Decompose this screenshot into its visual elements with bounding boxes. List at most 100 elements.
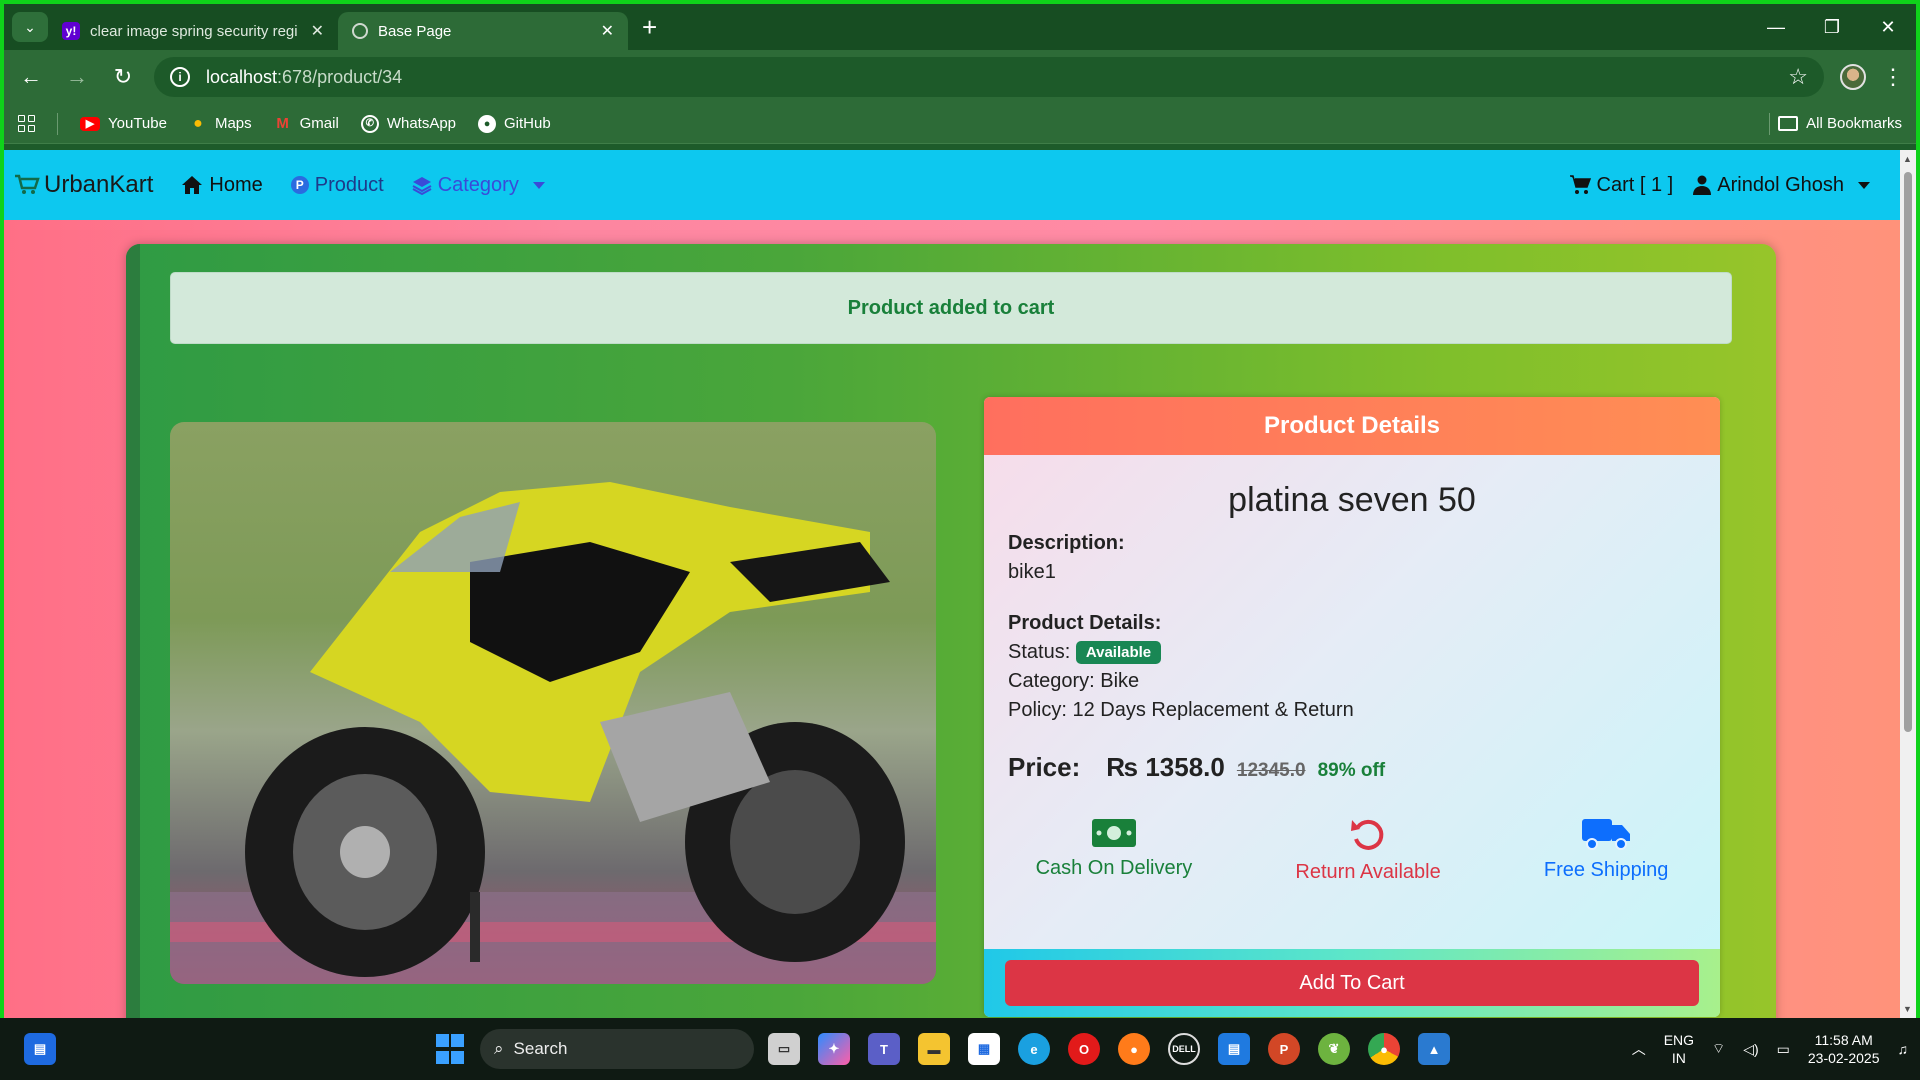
taskbar-search[interactable]: ⌕ Search [480,1029,754,1069]
nav-category-dropdown[interactable]: Category [412,174,545,197]
photos-icon[interactable]: ▲ [1418,1033,1450,1065]
bookmark-star-icon[interactable]: ☆ [1788,64,1808,90]
new-tab-button[interactable]: + [642,12,657,43]
opera-icon[interactable]: O [1068,1033,1100,1065]
truck-icon [1582,819,1631,851]
site-navbar: UrbanKart Home P Product Category Cart [… [4,150,1900,220]
separator [1769,112,1771,135]
notes-icon[interactable]: ▤ [1218,1033,1250,1065]
scroll-thumb[interactable] [1904,172,1912,732]
wifi-icon[interactable]: ⌔ [1712,1040,1725,1058]
clock-time: 11:58 AM [1814,1032,1873,1048]
search-icon: ⌕ [494,1039,504,1058]
github-icon: ● [478,114,497,133]
policy-line: Policy: 12 Days Replacement & Return [1008,699,1354,722]
reload-button[interactable]: ↻ [108,64,138,90]
tab-search-button[interactable]: ⌄ [12,12,48,42]
powerpoint-icon[interactable]: P [1268,1033,1300,1065]
product-name: platina seven 50 [1228,481,1476,519]
discount: 89% off [1317,760,1386,782]
minimize-button[interactable]: — [1748,4,1804,50]
url-host: localhost [206,66,278,87]
address-bar[interactable]: i localhost:678/product/34 ☆ [154,57,1824,97]
firefox-icon[interactable]: ● [1118,1033,1150,1065]
url-path: :678/product/34 [277,66,403,87]
youtube-icon: ▶ [80,116,100,131]
widgets-icon[interactable]: ▤ [24,1033,56,1065]
chevron-up-icon[interactable]: ︿ [1632,1039,1646,1059]
bookmark-label: YouTube [108,115,167,132]
tab-title: clear image spring security regi [90,22,298,40]
page-scrollbar[interactable]: ▲ ▼ [1900,150,1916,1018]
bookmark-label: Gmail [299,115,339,132]
apps-icon[interactable] [18,115,35,132]
file-explorer-icon[interactable]: ▬ [918,1033,950,1065]
spring-tool-icon[interactable]: ❦ [1318,1033,1350,1065]
site-info-icon[interactable]: i [170,67,190,87]
layers-icon [412,177,432,195]
notification-icon[interactable]: ♫ [1898,1041,1909,1057]
all-bookmarks[interactable]: All Bookmarks [1769,112,1902,135]
price-value: ₨ 1358.0 [1106,752,1225,783]
category-line: Category: Bike [1008,670,1140,693]
whatsapp-icon: ✆ [360,114,379,133]
teams-icon[interactable]: T [868,1033,900,1065]
bookmark-whatsapp[interactable]: ✆ WhatsApp [360,114,457,133]
volume-icon[interactable]: ◁) [1743,1041,1758,1058]
edge-icon[interactable]: e [1018,1033,1050,1065]
restore-button[interactable]: ❐ [1804,4,1860,50]
menu-icon[interactable]: ⋮ [1882,64,1904,90]
bookmark-label: GitHub [504,115,551,132]
close-window-button[interactable]: ✕ [1860,4,1916,50]
close-icon[interactable]: ✕ [601,21,614,41]
nav-cart[interactable]: Cart [ 1 ] [1569,174,1673,197]
tab-title: Base Page [378,22,452,40]
copilot-icon[interactable]: ✦ [818,1033,850,1065]
tab-active[interactable]: Base Page ✕ [338,12,628,50]
bookmark-gmail[interactable]: M Gmail [274,115,339,133]
user-icon [1693,175,1712,195]
nav-category-label: Category [437,173,519,196]
language-indicator[interactable]: ENG IN [1664,1031,1694,1067]
nav-product[interactable]: P Product [290,174,384,197]
lang-primary: ENG [1663,1032,1695,1048]
dell-icon[interactable]: DELL [1168,1033,1200,1065]
bookmark-youtube[interactable]: ▶ YouTube [80,115,167,132]
all-bookmarks-label: All Bookmarks [1806,115,1902,132]
product-card: Product added to cart Product Details pl… [126,244,1776,1018]
cart-icon [1569,175,1591,194]
brand-link[interactable]: UrbanKart [14,171,153,199]
product-image [170,422,936,984]
clock[interactable]: 11:58 AM 23-02-2025 [1808,1031,1880,1067]
product-details-card: Product Details platina seven 50 Descrip… [984,397,1720,1017]
status-label: Status: [1008,641,1071,663]
feature-return: Return Available [1295,817,1441,884]
bookmark-github[interactable]: ● GitHub [478,114,551,133]
nav-user-dropdown[interactable]: Arindol Ghosh [1693,174,1870,197]
motorcycle-image [170,422,936,984]
return-icon [1351,820,1384,851]
cart-icon [15,174,40,194]
scroll-down-icon[interactable]: ▼ [1903,1004,1912,1014]
back-button[interactable]: ← [16,64,46,90]
feature-label: Return Available [1295,861,1441,884]
success-alert: Product added to cart [170,272,1732,344]
store-icon[interactable]: ▦ [968,1033,1000,1065]
battery-icon[interactable]: ▭ [1777,1041,1790,1058]
bookmark-maps[interactable]: ● Maps [189,115,252,133]
gmail-icon: M [276,115,289,132]
tab-inactive[interactable]: y! clear image spring security regi ✕ [48,12,338,50]
close-icon[interactable]: ✕ [311,21,324,41]
forward-button[interactable]: → [62,64,92,90]
windows-start-icon[interactable] [434,1033,466,1065]
nav-home[interactable]: Home [181,174,263,197]
price-row: Price: ₨ 1358.0 12345.0 89% off [1008,752,1720,783]
task-view-icon[interactable]: ▭ [768,1033,800,1065]
chrome-icon[interactable]: ● [1368,1033,1400,1065]
scroll-up-icon[interactable]: ▲ [1903,154,1912,164]
home-icon [182,176,203,194]
bookmark-label: Maps [214,115,252,132]
bookmark-label: WhatsApp [386,115,457,132]
profile-avatar[interactable] [1840,64,1866,90]
add-to-cart-button[interactable]: Add To Cart [1005,960,1699,1006]
